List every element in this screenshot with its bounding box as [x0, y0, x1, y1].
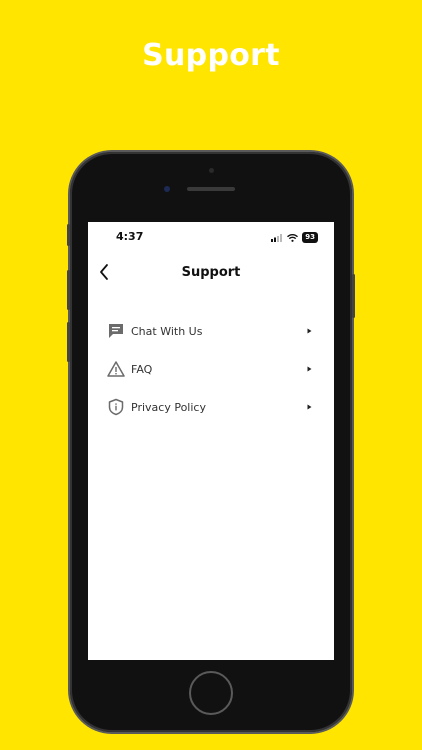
chevron-right-icon	[307, 404, 312, 410]
status-bar: 4:37 93	[88, 230, 334, 246]
warning-triangle-icon	[107, 361, 125, 377]
menu-item-chat-with-us[interactable]: Chat With Us	[88, 312, 334, 350]
mute-switch	[67, 224, 70, 246]
power-button	[352, 274, 355, 318]
proximity-sensor	[209, 168, 214, 173]
front-camera	[164, 186, 170, 192]
menu-item-label: FAQ	[131, 362, 153, 376]
volume-down-button	[67, 322, 70, 362]
cellular-signal-icon	[271, 233, 283, 242]
status-icons: 93	[271, 232, 318, 243]
menu-item-faq[interactable]: FAQ	[88, 350, 334, 388]
nav-bar: Support	[88, 260, 334, 286]
status-time: 4:37	[116, 230, 144, 243]
chevron-right-icon	[307, 328, 312, 334]
phone-screen: 4:37 93 Support Chat With Us FAQ Privacy…	[88, 222, 334, 660]
phone-frame: 4:37 93 Support Chat With Us FAQ Privacy…	[67, 152, 355, 732]
chat-bubble-icon	[109, 324, 123, 338]
promo-title: Support	[142, 38, 280, 73]
volume-up-button	[67, 270, 70, 310]
earpiece-speaker	[187, 187, 235, 191]
wifi-icon	[287, 233, 299, 242]
support-menu: Chat With Us FAQ Privacy Policy	[88, 312, 334, 426]
chevron-right-icon	[307, 366, 312, 372]
menu-item-label: Privacy Policy	[131, 400, 206, 414]
home-button[interactable]	[189, 671, 233, 715]
menu-item-label: Chat With Us	[131, 324, 203, 338]
shield-info-icon	[108, 398, 124, 416]
page-title: Support	[181, 265, 241, 280]
menu-item-privacy-policy[interactable]: Privacy Policy	[88, 388, 334, 426]
battery-level: 93	[302, 232, 318, 243]
